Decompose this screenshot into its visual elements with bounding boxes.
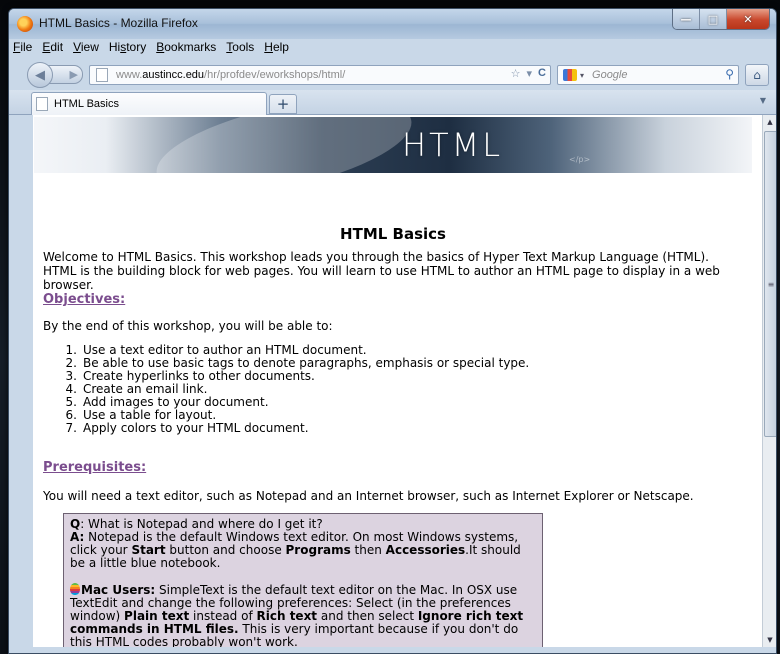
menu-help[interactable]: Help bbox=[260, 39, 295, 56]
vertical-scrollbar[interactable]: ▲ ≡ ▼ bbox=[762, 115, 776, 647]
maximize-icon: □ bbox=[707, 12, 719, 26]
menu-edit[interactable]: Edit bbox=[38, 39, 69, 56]
page-title: HTML Basics bbox=[340, 225, 446, 243]
window-frame-bottom bbox=[9, 647, 776, 653]
maximize-button[interactable]: □ bbox=[700, 9, 727, 29]
search-icon[interactable]: ⚲ bbox=[725, 67, 734, 81]
history-dropdown-icon[interactable]: ▾ bbox=[527, 67, 533, 80]
q-text: : What is Notepad and where do I get it? bbox=[80, 517, 323, 531]
back-arrow-icon: ◀ bbox=[35, 67, 45, 83]
intro-paragraph: Welcome to HTML Basics. This workshop le… bbox=[43, 250, 720, 292]
menu-bar: File Edit View History Bookmarks Tools Help bbox=[9, 39, 776, 56]
menu-bookmarks[interactable]: Bookmarks bbox=[152, 39, 222, 56]
list-all-tabs-icon[interactable]: ▼ bbox=[760, 96, 766, 105]
page-icon bbox=[96, 68, 108, 82]
new-tab-button[interactable]: + bbox=[269, 94, 297, 114]
rich-text-term: Rich text bbox=[256, 609, 318, 623]
banner-tag: </p> bbox=[569, 155, 591, 164]
menu-view[interactable]: View bbox=[69, 39, 105, 56]
apple-logo-icon bbox=[70, 583, 80, 595]
scroll-down-icon[interactable]: ▼ bbox=[763, 633, 776, 647]
plain-text-term: Plain text bbox=[124, 609, 190, 623]
mac-users-note: Mac Users: SimpleText is the default tex… bbox=[70, 583, 536, 647]
window-title: HTML Basics - Mozilla Firefox bbox=[39, 16, 198, 30]
a-text: button and choose bbox=[165, 543, 286, 557]
address-bar[interactable]: www. austincc.edu/hr/profdev/eworkshops/h… bbox=[89, 65, 551, 85]
back-forward-group: ▶ ◀ bbox=[27, 62, 83, 88]
close-icon: ✕ bbox=[743, 12, 753, 26]
prerequisites-lead: You will need a text editor, such as Not… bbox=[43, 489, 694, 503]
url-prefix: www. bbox=[116, 69, 143, 81]
tab-label: HTML Basics bbox=[54, 98, 119, 110]
engine-dropdown-icon[interactable]: ▾ bbox=[580, 71, 584, 80]
menu-tools[interactable]: Tools bbox=[222, 39, 260, 56]
notepad-faq-box: Q: What is Notepad and where do I get it… bbox=[63, 513, 543, 647]
browser-window: HTML Basics - Mozilla Firefox — □ ✕ File… bbox=[8, 8, 777, 654]
url-domain: austincc.edu bbox=[142, 69, 205, 81]
banner-decoration bbox=[168, 121, 172, 130]
home-button[interactable]: ⌂ bbox=[745, 64, 769, 86]
firefox-logo-icon bbox=[17, 16, 33, 32]
plus-icon: + bbox=[276, 95, 290, 113]
a-text: then bbox=[350, 543, 386, 557]
tab-page-icon bbox=[36, 97, 48, 111]
tab-html-basics[interactable]: HTML Basics bbox=[31, 92, 267, 115]
minimize-icon: — bbox=[680, 12, 692, 26]
menu-history[interactable]: History bbox=[105, 39, 152, 56]
google-engine-icon[interactable] bbox=[563, 69, 577, 81]
menu-file[interactable]: File bbox=[9, 39, 38, 56]
url-path: /hr/profdev/eworkshops/html/ bbox=[204, 69, 346, 81]
scroll-up-icon[interactable]: ▲ bbox=[763, 115, 776, 129]
objectives-list: 1. Use a text editor to author an HTML do… bbox=[59, 344, 530, 435]
scroll-thumb[interactable]: ≡ bbox=[764, 131, 776, 437]
q-label: Q bbox=[70, 517, 81, 531]
banner-swoosh bbox=[148, 117, 420, 173]
forward-arrow-icon: ▶ bbox=[69, 68, 78, 81]
close-button[interactable]: ✕ bbox=[727, 9, 769, 29]
search-bar[interactable]: ▾ Google ⚲ bbox=[557, 65, 739, 85]
tab-strip: HTML Basics + ▼ bbox=[9, 90, 776, 115]
url-actions: ☆ ▾ C bbox=[511, 67, 546, 80]
objectives-heading: Objectives: bbox=[43, 292, 126, 307]
minimize-button[interactable]: — bbox=[673, 9, 700, 29]
a-label: A: bbox=[70, 530, 85, 544]
programs-term: Programs bbox=[285, 543, 351, 557]
html-banner: HTML </p> bbox=[34, 117, 752, 173]
objective-item: 7. Apply colors to your HTML document. bbox=[65, 421, 309, 435]
start-term: Start bbox=[131, 543, 166, 557]
bookmark-star-icon[interactable]: ☆ bbox=[511, 67, 521, 80]
reload-icon[interactable]: C bbox=[538, 67, 546, 80]
faq-answer: A: Notepad is the default Windows text e… bbox=[70, 531, 536, 570]
navigation-toolbar: ▶ ◀ www. austincc.edu/hr/profdev/eworksho… bbox=[9, 56, 776, 90]
mac-text: instead of bbox=[189, 609, 257, 623]
page-content: HTML </p> HTML Basics Welcome to HTML Ba… bbox=[33, 115, 762, 647]
back-button[interactable]: ◀ bbox=[27, 62, 53, 88]
search-placeholder: Google bbox=[592, 69, 628, 81]
home-icon: ⌂ bbox=[753, 68, 761, 82]
window-controls: — □ ✕ bbox=[672, 9, 770, 30]
mac-text: and then select bbox=[317, 609, 418, 623]
prerequisites-heading: Prerequisites: bbox=[43, 460, 147, 475]
mac-label: Mac Users: bbox=[81, 583, 156, 597]
title-bar[interactable]: HTML Basics - Mozilla Firefox — □ ✕ bbox=[9, 9, 776, 39]
objectives-lead: By the end of this workshop, you will be… bbox=[43, 319, 333, 333]
banner-title: HTML bbox=[402, 126, 504, 164]
accessories-term: Accessories bbox=[385, 543, 466, 557]
